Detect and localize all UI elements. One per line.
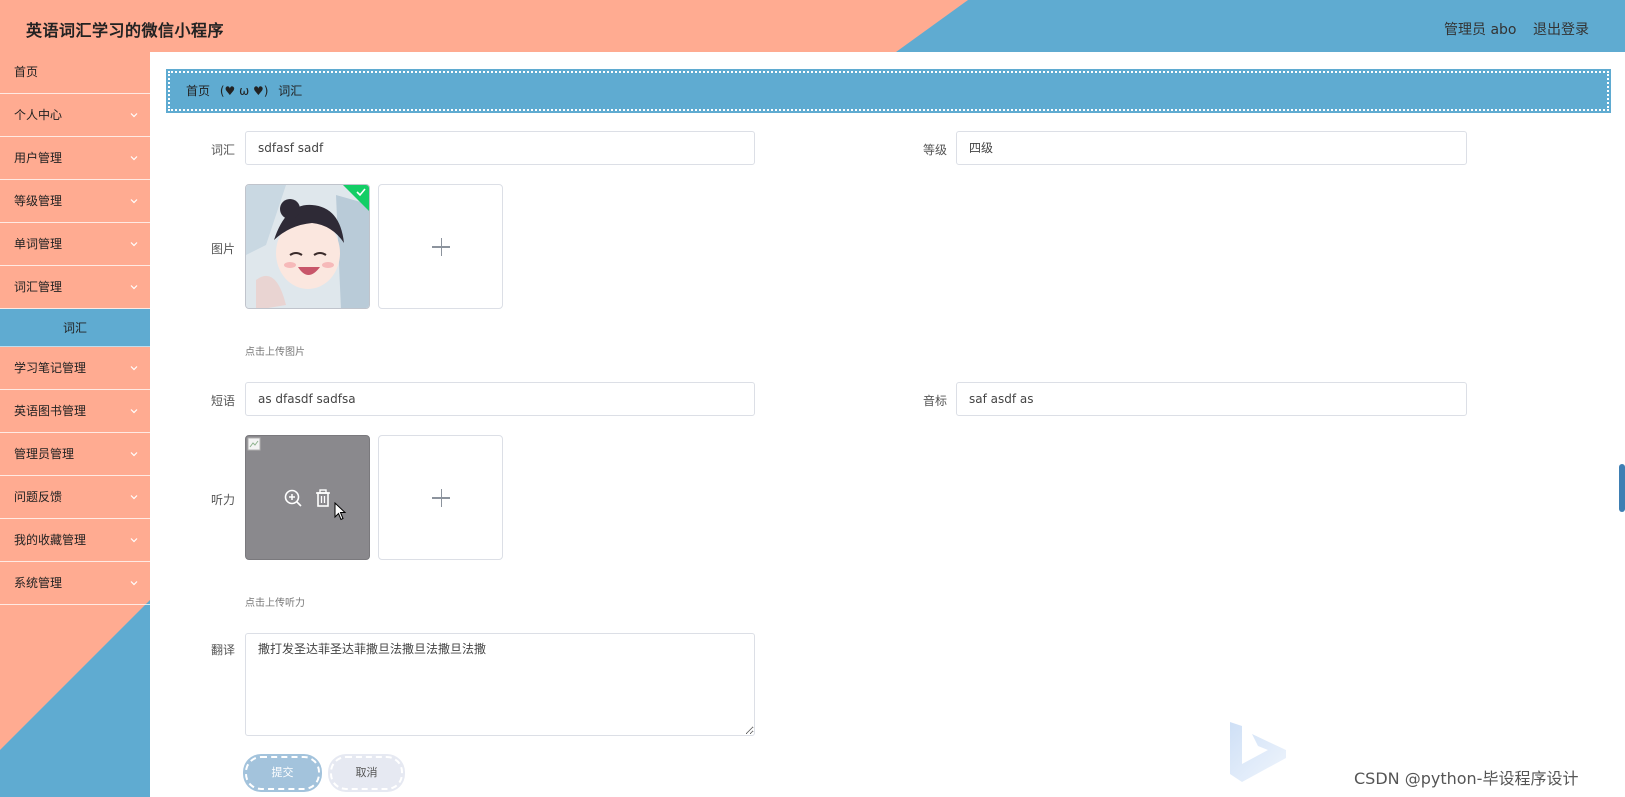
sidebar-item-label: 词汇管理 (14, 280, 63, 294)
sidebar-item-home[interactable]: 首页 (0, 52, 150, 94)
breadcrumb-separator: (♥ ω ♥) (219, 84, 269, 98)
plus-icon (440, 238, 442, 256)
translation-label: 翻译 (210, 643, 235, 657)
sidebar-item-label: 问题反馈 (14, 490, 63, 504)
sidebar-item-system[interactable]: 系统管理 (0, 562, 150, 605)
chevron-down-icon (130, 199, 138, 204)
image-label: 图片 (210, 242, 235, 256)
delete-trash-icon[interactable] (313, 488, 333, 508)
zoom-in-icon[interactable] (283, 488, 303, 508)
scrollbar-handle[interactable] (1619, 464, 1625, 512)
sidebar-item-levels[interactable]: 等级管理 (0, 180, 150, 223)
phrase-input[interactable]: as dfasdf sadfsa (245, 382, 755, 416)
chevron-down-icon (130, 242, 138, 247)
app-title: 英语词汇学习的微信小程序 (26, 21, 225, 40)
breadcrumb: 首页 (♥ ω ♥) 词汇 (166, 69, 1611, 113)
mouse-cursor-icon (334, 502, 347, 521)
sidebar-item-label: 首页 (14, 65, 39, 79)
breadcrumb-home[interactable]: 首页 (186, 84, 210, 98)
chevron-down-icon (130, 452, 138, 457)
chevron-down-icon (130, 156, 138, 161)
image-upload-button[interactable] (378, 184, 503, 309)
chevron-up-icon (130, 285, 138, 290)
chevron-down-icon (130, 113, 138, 118)
audio-label: 听力 (210, 493, 235, 507)
sidebar-item-notes[interactable]: 学习笔记管理 (0, 347, 150, 390)
sidebar-item-label: 个人中心 (14, 108, 63, 122)
sidebar-item-label: 用户管理 (14, 151, 63, 165)
phonetic-label: 音标 (922, 394, 947, 408)
audio-upload-hint: 点击上传听力 (245, 598, 305, 609)
word-input[interactable]: sdfasf sadf (245, 131, 755, 165)
sidebar-item-feedback[interactable]: 问题反馈 (0, 476, 150, 519)
chevron-down-icon (130, 538, 138, 543)
sidebar-item-users[interactable]: 用户管理 (0, 137, 150, 180)
sidebar-subitem-vocabulary[interactable]: 词汇 (0, 309, 150, 347)
sidebar-item-label: 单词管理 (14, 237, 63, 251)
upload-success-check-icon (343, 185, 369, 211)
sidebar-item-label: 英语图书管理 (14, 404, 87, 418)
phonetic-input[interactable]: saf asdf as (956, 382, 1467, 416)
sidebar-item-label: 学习笔记管理 (14, 361, 87, 375)
audio-upload-button[interactable] (378, 435, 503, 560)
chevron-down-icon (130, 581, 138, 586)
plus-icon (440, 489, 442, 507)
level-input[interactable]: 四级 (956, 131, 1467, 165)
sidebar-item-books[interactable]: 英语图书管理 (0, 390, 150, 433)
broken-image-icon (247, 437, 261, 451)
phrase-label: 短语 (210, 394, 235, 408)
uploaded-audio-item[interactable] (245, 435, 370, 560)
sidebar-item-favorites[interactable]: 我的收藏管理 (0, 519, 150, 562)
sidebar-item-label: 等级管理 (14, 194, 63, 208)
watermark: CSDN @python-毕设程序设计 (1354, 769, 1579, 788)
cancel-button[interactable]: 取消 (330, 756, 403, 790)
admin-name: 管理员 abo (1444, 22, 1517, 38)
chevron-down-icon (130, 495, 138, 500)
word-label: 词汇 (210, 143, 235, 157)
level-label: 等级 (922, 143, 947, 157)
header-diagonal-bg (0, 0, 1625, 52)
bing-logo-icon (1230, 722, 1286, 782)
image-upload-hint: 点击上传图片 (245, 347, 305, 358)
sidebar-item-vocabulary[interactable]: 词汇管理 (0, 266, 150, 309)
top-header: 英语词汇学习的微信小程序 管理员 abo 退出登录 (0, 0, 1625, 52)
chevron-down-icon (130, 409, 138, 414)
uploaded-image-thumbnail[interactable] (245, 184, 370, 309)
submit-button[interactable]: 提交 (245, 756, 320, 790)
sidebar-item-words[interactable]: 单词管理 (0, 223, 150, 266)
sidebar-item-admins[interactable]: 管理员管理 (0, 433, 150, 476)
sidebar-item-profile[interactable]: 个人中心 (0, 94, 150, 137)
sidebar-item-label: 我的收藏管理 (14, 533, 87, 547)
sidebar-item-label: 系统管理 (14, 576, 63, 590)
sidebar: 首页 个人中心 用户管理 等级管理 单词管理 词汇管理 词汇 学习笔记管理 英语… (0, 52, 150, 797)
breadcrumb-current: 词汇 (278, 84, 303, 98)
logout-link[interactable]: 退出登录 (1533, 19, 1589, 39)
chevron-down-icon (130, 366, 138, 371)
translation-textarea[interactable]: 撒打发圣达菲圣达菲撒旦法撒旦法撒旦法撒 (245, 633, 755, 736)
sidebar-item-label: 管理员管理 (14, 447, 75, 461)
